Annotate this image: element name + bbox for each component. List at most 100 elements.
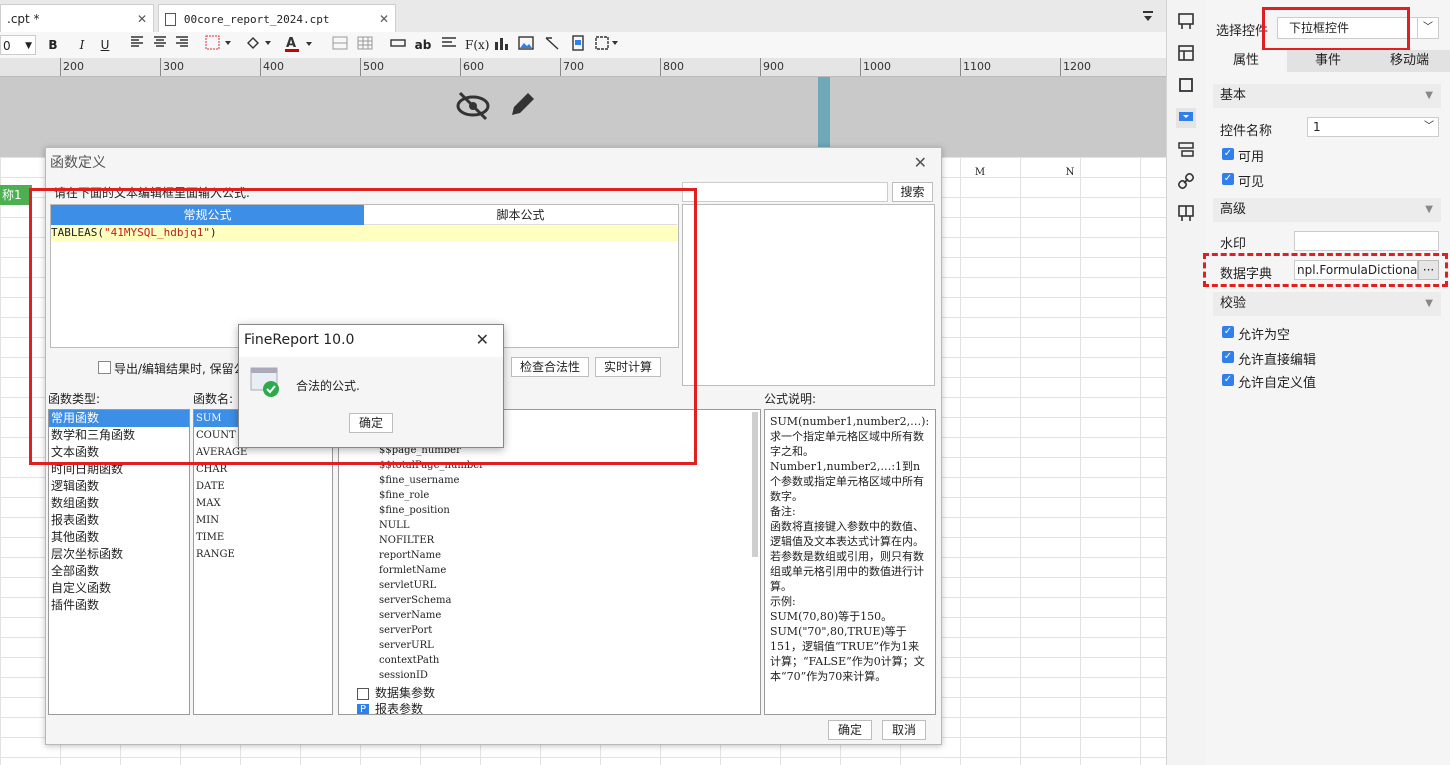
visible-checkbox[interactable]: ✓ (1222, 173, 1234, 185)
param-item[interactable]: NOFILTER (379, 533, 760, 548)
func-type-item[interactable]: 插件函数 (49, 597, 189, 614)
condition-icon[interactable] (1176, 140, 1196, 160)
close-icon[interactable]: ✕ (379, 5, 389, 33)
search-button[interactable]: 搜索 (892, 182, 933, 202)
tab-report-1[interactable]: .cpt * ✕ (0, 4, 154, 32)
widget-name-input[interactable]: 1 ﹀ (1307, 117, 1439, 137)
edit-icon[interactable] (508, 89, 538, 122)
param-item[interactable]: serverName (379, 608, 760, 623)
param-item[interactable]: serverPort (379, 623, 760, 638)
align-left-icon[interactable] (129, 35, 145, 55)
cancel-button[interactable]: 取消 (882, 720, 926, 740)
column-header-m[interactable]: M (940, 167, 1020, 178)
slash-icon[interactable] (543, 35, 561, 55)
pane-divider[interactable] (818, 77, 830, 157)
search-results[interactable] (682, 204, 935, 386)
font-color-icon[interactable]: A (284, 35, 316, 55)
allow-custom-checkbox[interactable]: ✓ (1222, 374, 1234, 386)
header-cell[interactable]: 称1 (0, 185, 32, 205)
chevron-down-icon: ﹀ (1424, 121, 1434, 132)
message-ok-button[interactable]: 确定 (349, 413, 393, 433)
frame-icon[interactable] (1176, 76, 1196, 96)
font-size-select[interactable]: 0 ▼ (0, 35, 36, 55)
allow-empty-checkbox[interactable]: ✓ (1222, 326, 1234, 338)
section-basic[interactable]: 基本 ▼ (1213, 84, 1441, 108)
report-attr-icon[interactable] (1176, 44, 1196, 64)
param-item[interactable]: sessionID (379, 668, 760, 683)
param-item[interactable]: reportName (379, 548, 760, 563)
insert-cell-icon[interactable] (595, 35, 621, 55)
func-name-item[interactable]: RANGE (194, 546, 332, 563)
tab-events[interactable]: 事件 (1287, 50, 1369, 72)
font-size-value: 0 (3, 39, 11, 53)
italic-button[interactable]: I (74, 35, 90, 55)
enabled-checkbox[interactable]: ✓ (1222, 148, 1234, 160)
chart-icon[interactable] (492, 35, 510, 55)
chevron-down-icon[interactable]: ﹀ (1417, 18, 1438, 38)
param-item[interactable]: formletName (379, 563, 760, 578)
column-header-n[interactable]: N (1030, 167, 1110, 178)
allow-edit-label: 允许直接编辑 (1238, 353, 1317, 368)
allow-custom-label: 允许自定义值 (1238, 376, 1317, 391)
func-type-item[interactable]: 报表函数 (49, 512, 189, 529)
report-params-node[interactable]: P 报表参数 (357, 700, 423, 714)
bold-button[interactable]: B (45, 35, 61, 55)
param-item[interactable]: serverURL (379, 638, 760, 653)
tab-menu-icon[interactable] (1142, 10, 1154, 22)
visibility-off-icon[interactable] (456, 91, 490, 124)
func-name-item[interactable]: MAX (194, 495, 332, 512)
link-icon[interactable] (1176, 172, 1196, 192)
formula-button[interactable]: F(x) (465, 35, 489, 55)
widget-icon[interactable] (569, 35, 587, 55)
text-button[interactable]: ab (414, 35, 432, 55)
func-type-item[interactable]: 自定义函数 (49, 580, 189, 597)
ruler-label: 600 (460, 58, 484, 76)
ok-button[interactable]: 确定 (828, 720, 872, 740)
side-icon-bar (1166, 0, 1206, 765)
tab-attributes[interactable]: 属性 (1205, 50, 1287, 72)
func-type-item[interactable]: 数组函数 (49, 495, 189, 512)
param-item[interactable]: $fine_username (379, 473, 760, 488)
image-icon[interactable] (517, 35, 535, 55)
allow-edit-checkbox[interactable]: ✓ (1222, 351, 1234, 363)
table-icon[interactable] (356, 35, 374, 55)
param-item[interactable]: serverSchema (379, 593, 760, 608)
description-text: SUM(number1,number2,…):求一个指定单元格区域中所有数字之和… (770, 415, 930, 683)
dataset-params-node[interactable]: 数据集参数 (357, 684, 435, 701)
border-icon[interactable] (205, 35, 233, 55)
param-item[interactable]: NULL (379, 518, 760, 533)
param-item[interactable]: contextPath (379, 653, 760, 668)
close-icon[interactable]: ✕ (914, 153, 927, 172)
watermark-input[interactable] (1294, 231, 1439, 251)
func-type-item[interactable]: 全部函数 (49, 563, 189, 580)
align-center-icon[interactable] (152, 35, 168, 55)
insert-row-icon[interactable] (389, 35, 407, 55)
panel-tabs: 属性 事件 移动端 (1205, 50, 1450, 72)
tab-core-report[interactable]: 00core_report_2024.cpt ✕ (158, 4, 396, 32)
param-item[interactable]: servletURL (379, 578, 760, 593)
underline-button[interactable]: U (97, 35, 113, 55)
close-icon[interactable]: ✕ (476, 330, 489, 349)
func-type-item[interactable]: 层次坐标函数 (49, 546, 189, 563)
func-name-item[interactable]: MIN (194, 512, 332, 529)
func-type-item[interactable]: 逻辑函数 (49, 478, 189, 495)
formula-description: SUM(number1,number2,…):求一个指定单元格区域中所有数字之和… (764, 409, 936, 715)
widget-settings-icon[interactable] (1176, 108, 1196, 128)
scrollbar[interactable] (752, 412, 758, 557)
param-item[interactable]: $fine_position (379, 503, 760, 518)
align-right-icon[interactable] (174, 35, 190, 55)
layout-icon[interactable] (1176, 204, 1196, 224)
func-name-item[interactable]: TIME (194, 529, 332, 546)
section-advanced[interactable]: 高级 ▼ (1213, 198, 1441, 222)
search-input[interactable] (682, 182, 888, 202)
merge-icon[interactable] (331, 35, 349, 55)
paragraph-icon[interactable] (440, 35, 458, 55)
fill-color-icon[interactable] (245, 35, 273, 55)
cell-attr-icon[interactable] (1176, 12, 1196, 32)
func-type-item[interactable]: 其他函数 (49, 529, 189, 546)
close-icon[interactable]: ✕ (137, 5, 147, 33)
section-validate[interactable]: 校验 ▼ (1213, 292, 1441, 316)
tab-mobile[interactable]: 移动端 (1369, 50, 1450, 72)
param-item[interactable]: $fine_role (379, 488, 760, 503)
func-name-item[interactable]: DATE (194, 478, 332, 495)
